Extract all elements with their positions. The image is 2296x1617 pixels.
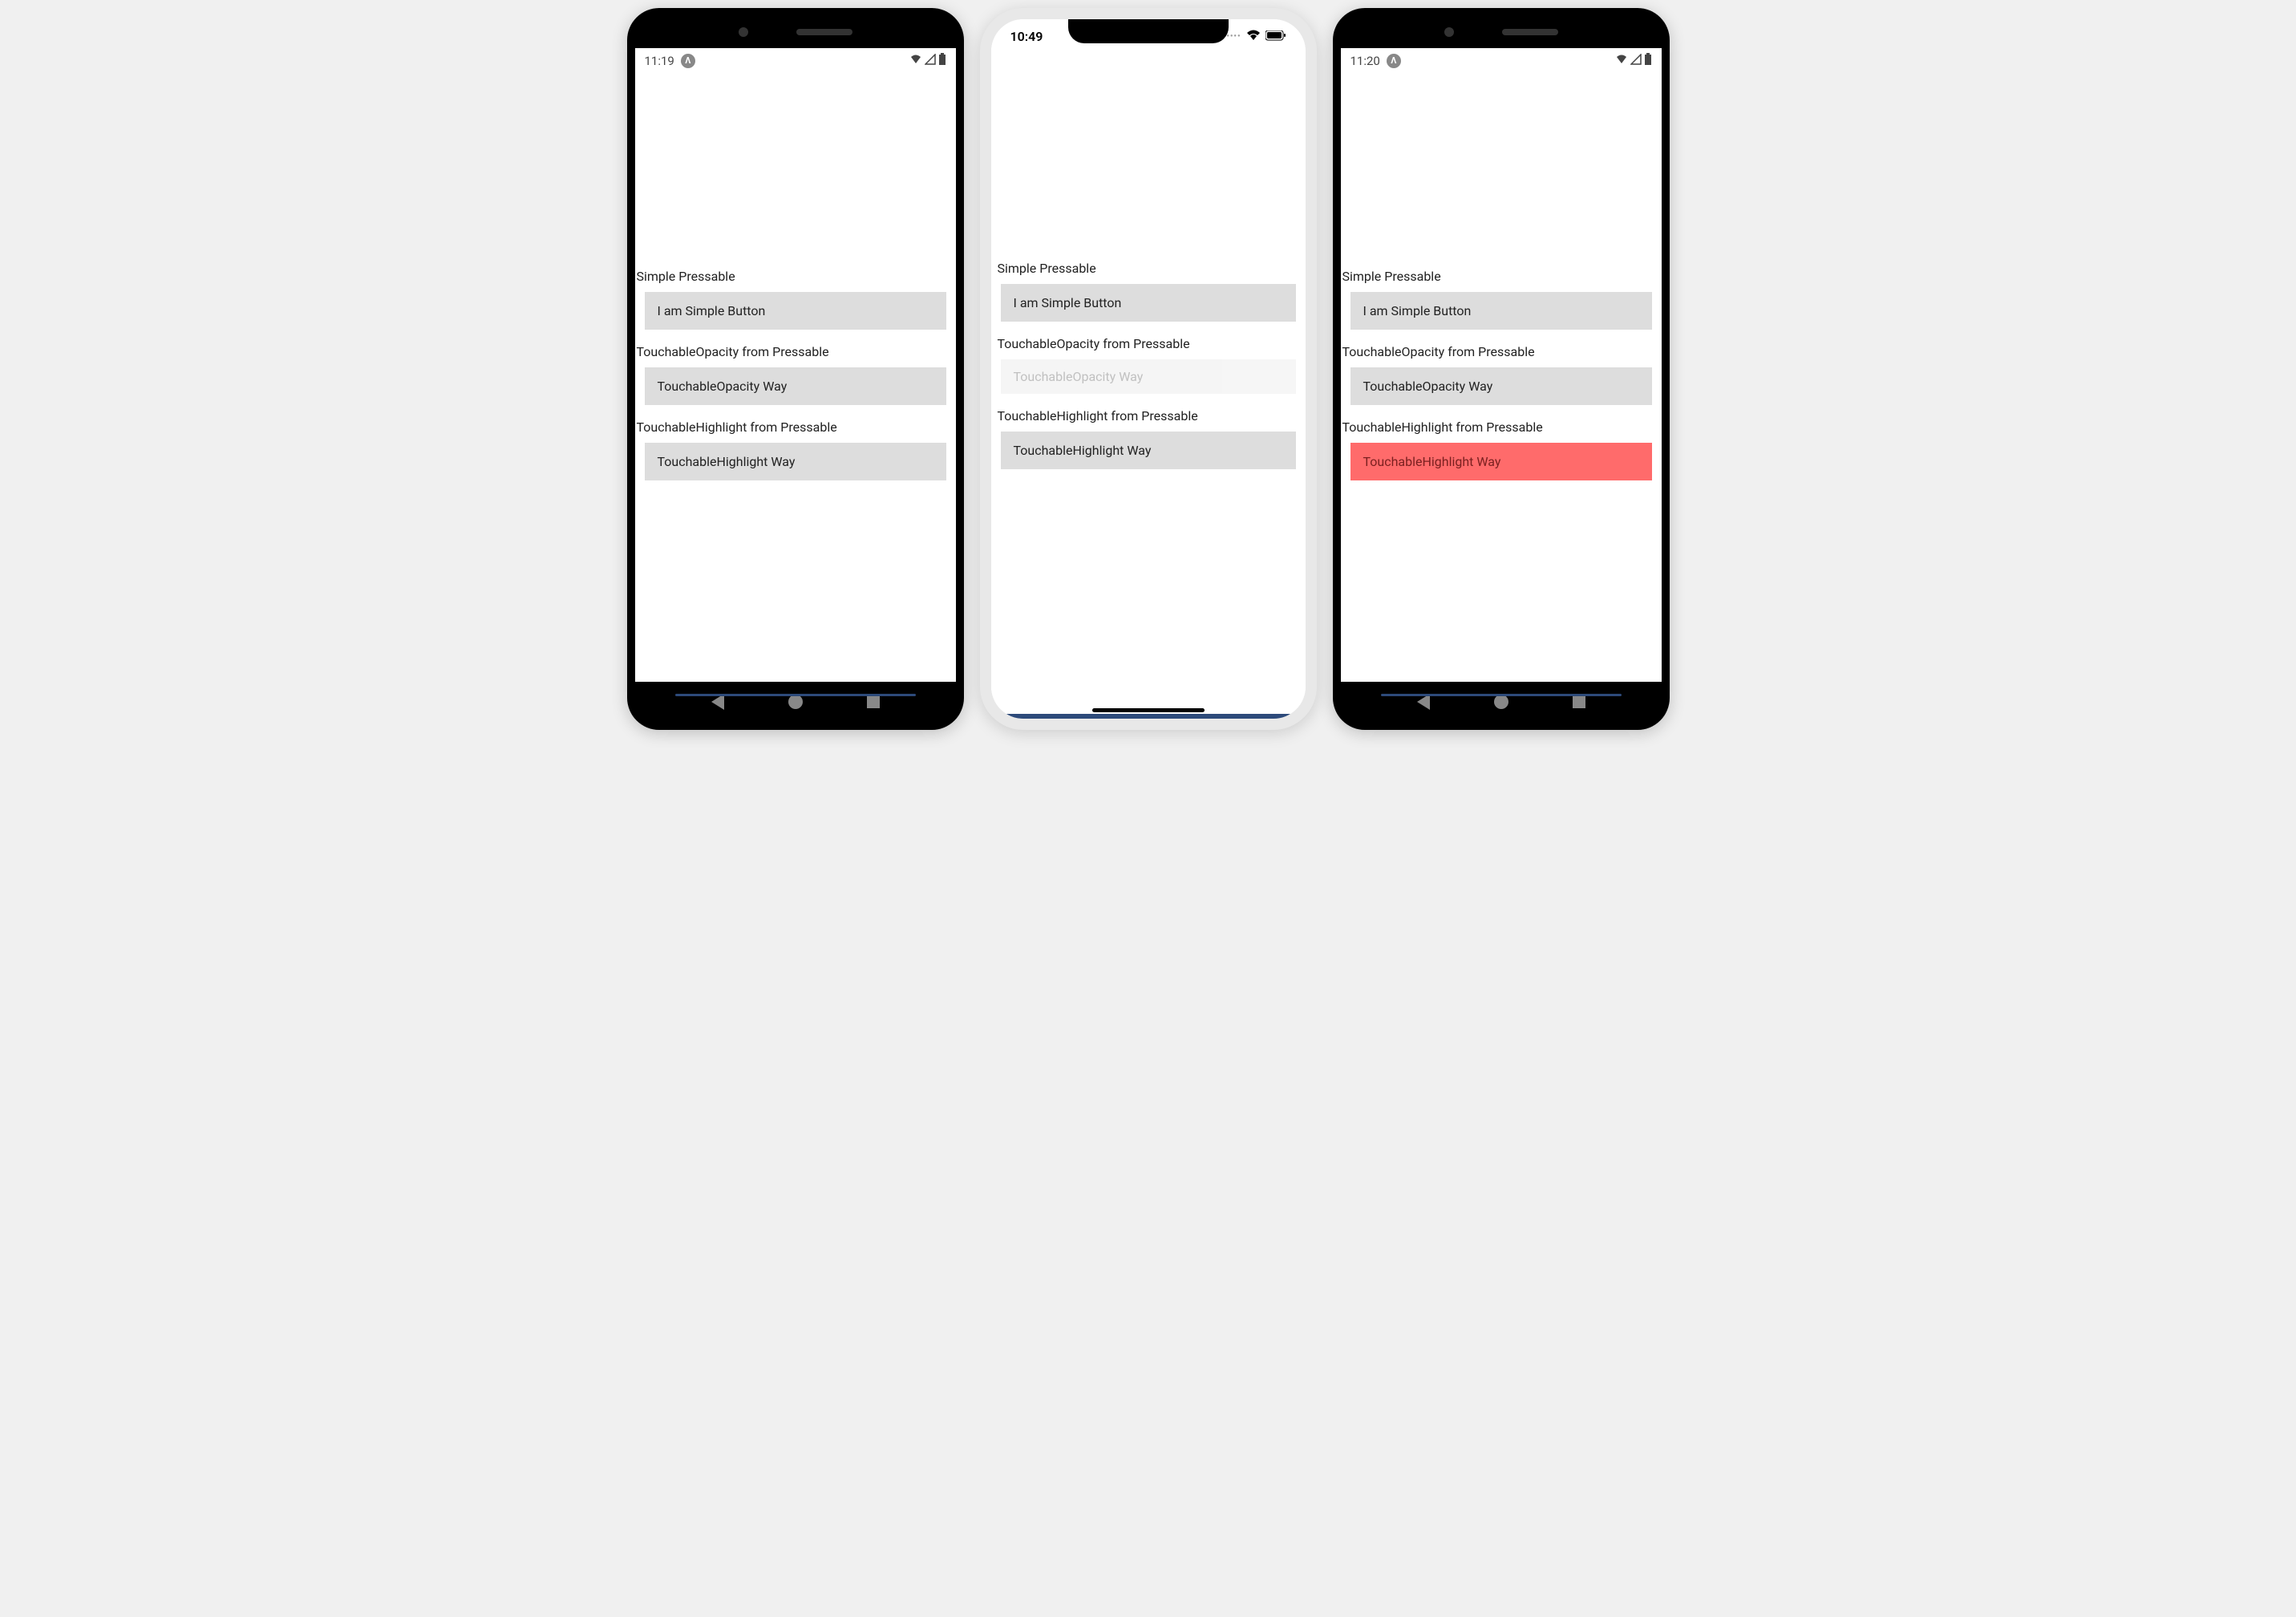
section-label-opacity: TouchableOpacity from Pressable xyxy=(1341,341,1662,367)
battery-icon xyxy=(1644,53,1652,68)
section-label-simple: Simple Pressable xyxy=(635,265,956,292)
touchable-opacity-button[interactable]: TouchableOpacity Way xyxy=(1350,367,1652,405)
battery-icon xyxy=(1265,29,1286,44)
touchable-highlight-button[interactable]: TouchableHighlight Way xyxy=(1001,432,1296,469)
screen: 10:49 •••• Simple Pressable I am Simple … xyxy=(991,19,1306,719)
section-label-opacity: TouchableOpacity from Pressable xyxy=(991,333,1306,359)
android-nav-bar xyxy=(1341,686,1662,718)
camera-dot-icon xyxy=(739,27,748,37)
section-label-highlight: TouchableHighlight from Pressable xyxy=(635,416,956,443)
notch xyxy=(1068,19,1229,43)
status-time: 11:20 xyxy=(1350,54,1380,68)
wifi-icon xyxy=(1246,29,1261,44)
status-time: 10:49 xyxy=(1010,29,1043,44)
recent-apps-icon[interactable] xyxy=(867,695,880,708)
app-content: Simple Pressable I am Simple Button Touc… xyxy=(991,49,1306,469)
screen: 11:19 Λ Simple Pressable I am Simple But… xyxy=(635,48,956,682)
phone-hardware-top xyxy=(1341,16,1662,48)
home-icon[interactable] xyxy=(788,695,803,709)
home-indicator[interactable] xyxy=(1092,708,1205,712)
phone-hardware-top xyxy=(635,16,956,48)
camera-dot-icon xyxy=(1444,27,1454,37)
touchable-opacity-button[interactable]: TouchableOpacity Way xyxy=(645,367,946,405)
touchable-highlight-button[interactable]: TouchableHighlight Way xyxy=(645,443,946,480)
section-label-highlight: TouchableHighlight from Pressable xyxy=(991,405,1306,432)
section-label-simple: Simple Pressable xyxy=(991,257,1306,284)
expo-icon: Λ xyxy=(1387,54,1401,68)
app-content: Simple Pressable I am Simple Button Touc… xyxy=(1341,73,1662,480)
simple-pressable-button[interactable]: I am Simple Button xyxy=(1350,292,1652,330)
wifi-icon xyxy=(1615,54,1628,68)
signal-icon xyxy=(1630,54,1642,68)
android-nav-bar xyxy=(635,686,956,718)
touchable-opacity-button[interactable]: TouchableOpacity Way xyxy=(1001,359,1296,394)
signal-icon xyxy=(925,54,936,68)
section-label-highlight: TouchableHighlight from Pressable xyxy=(1341,416,1662,443)
simple-pressable-button[interactable]: I am Simple Button xyxy=(1001,284,1296,322)
touchable-highlight-button[interactable]: TouchableHighlight Way xyxy=(1350,443,1652,480)
android-phone-2: 11:20 Λ Simple Pressable I am Simple But… xyxy=(1333,8,1670,730)
app-content: Simple Pressable I am Simple Button Touc… xyxy=(635,73,956,480)
bottom-accent-line xyxy=(1381,694,1622,696)
simple-pressable-button[interactable]: I am Simple Button xyxy=(645,292,946,330)
recent-apps-icon[interactable] xyxy=(1573,695,1585,708)
speaker-icon xyxy=(796,29,852,35)
status-time: 11:19 xyxy=(645,54,674,68)
back-icon[interactable] xyxy=(1417,694,1430,710)
section-label-simple: Simple Pressable xyxy=(1341,265,1662,292)
cellular-dots-icon: •••• xyxy=(1226,32,1241,41)
expo-icon: Λ xyxy=(681,54,695,68)
bottom-accent-line xyxy=(675,694,916,696)
screen: 11:20 Λ Simple Pressable I am Simple But… xyxy=(1341,48,1662,682)
section-label-opacity: TouchableOpacity from Pressable xyxy=(635,341,956,367)
wifi-icon xyxy=(909,54,922,68)
status-bar: 11:20 Λ xyxy=(1341,48,1662,73)
status-bar: 11:19 Λ xyxy=(635,48,956,73)
speaker-icon xyxy=(1502,29,1558,35)
home-icon[interactable] xyxy=(1494,695,1508,709)
battery-icon xyxy=(938,53,946,68)
bottom-accent-line xyxy=(1003,714,1294,719)
ios-phone: 10:49 •••• Simple Pressable I am Simple … xyxy=(980,8,1317,730)
android-phone-1: 11:19 Λ Simple Pressable I am Simple But… xyxy=(627,8,964,730)
back-icon[interactable] xyxy=(711,694,724,710)
